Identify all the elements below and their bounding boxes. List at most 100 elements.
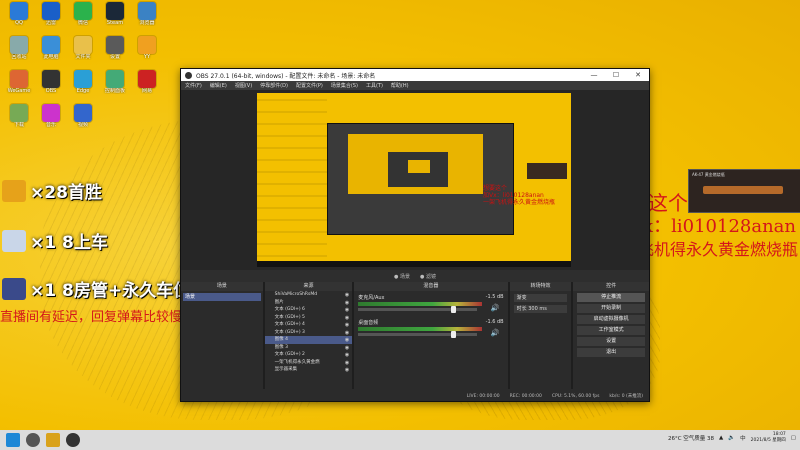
menu-edit[interactable]: 编辑(E) xyxy=(210,82,227,89)
source-label: 文本 (GDI+) 6 xyxy=(274,307,305,312)
desktop-icon[interactable]: 音乐 xyxy=(36,104,66,128)
desktop-icon[interactable]: 迅雷 xyxy=(36,2,66,26)
menu-view[interactable]: 视图(V) xyxy=(235,82,252,89)
volume-knob[interactable] xyxy=(451,306,457,313)
desktop-icon[interactable]: Steam xyxy=(100,2,130,26)
exit-button[interactable]: 退出 xyxy=(577,348,645,357)
app-icon xyxy=(10,2,28,20)
obs-taskbar-icon[interactable] xyxy=(66,433,80,447)
virtual-camera-button[interactable]: 启动虚拟摄像机 xyxy=(577,315,645,324)
volume-knob[interactable] xyxy=(451,331,457,338)
desktop-icon[interactable]: 网易 xyxy=(132,70,162,94)
scene-controls-bar: ● 场景 ● 滤镜 xyxy=(181,270,649,282)
desktop-icon[interactable]: 此电脑 xyxy=(36,36,66,60)
app-icon xyxy=(74,104,92,122)
source-item[interactable]: 文本 (GDI+) 3 ◉ xyxy=(265,329,353,337)
app-icon xyxy=(42,70,60,88)
sources-list: ShiVaMicroShRsMd ◉ 图片 ◉ 文本 (GDI+) 6 ◉ 文本 (GDI+… xyxy=(264,291,353,374)
menu-file[interactable]: 文件(F) xyxy=(185,82,202,89)
settings-button[interactable]: 设置 xyxy=(577,337,645,346)
source-item[interactable]: 文本 (GDI+) 2 ◉ xyxy=(265,351,353,359)
preview-canvas[interactable]: 想要这个 加Vx：li010128anan 一架飞机得永久黄金燃烧瓶 xyxy=(257,93,571,267)
desktop-icon[interactable]: 微信 xyxy=(68,2,98,26)
nested-obs-window-2 xyxy=(388,152,448,187)
menu-docks[interactable]: 停靠部件(D) xyxy=(260,82,288,89)
maximize-icon[interactable]: ☐ xyxy=(605,71,627,79)
channel-db: -1.6 dB xyxy=(485,319,504,325)
mixer-channel-desktop: 桌面音频 -1.6 dB 🔊 xyxy=(358,319,504,338)
obs-titlebar[interactable]: OBS 27.0.1 (64-bit, windows) - 配置文件: 未命名… xyxy=(181,69,649,81)
preview-promo-line-2: 加Vx：li010128anan xyxy=(483,192,544,199)
app-icon xyxy=(106,2,124,20)
minimize-icon[interactable]: — xyxy=(583,71,605,79)
desktop-icon[interactable]: Edge xyxy=(68,70,98,94)
desktop-icon[interactable]: OBS xyxy=(36,70,66,94)
source-item[interactable]: ShiVaMicroShRsMd ◉ xyxy=(265,291,353,299)
source-item[interactable]: 文本 (GDI+) 6 ◉ xyxy=(265,306,353,314)
desktop-icon[interactable]: 下载 xyxy=(4,104,34,128)
source-item[interactable]: 文本 (GDI+) 4 ◉ xyxy=(265,321,353,329)
menu-tools[interactable]: 工具(T) xyxy=(366,82,383,89)
desktop-icon[interactable]: WeGame xyxy=(4,70,34,94)
desktop-icon-label: Edge xyxy=(76,88,90,94)
desktop-icon[interactable]: YY xyxy=(132,36,162,60)
source-item[interactable]: 一架飞机得永久黄金燃 ◉ xyxy=(265,359,353,367)
menu-help[interactable]: 帮助(H) xyxy=(391,82,409,89)
volume-icon[interactable]: 🔈 xyxy=(728,435,735,441)
scene-button[interactable]: ● 场景 xyxy=(394,273,410,280)
speaker-icon[interactable]: 🔊 xyxy=(491,304,500,312)
source-item[interactable]: 图片 ◉ xyxy=(265,299,353,307)
volume-slider[interactable] xyxy=(358,306,478,313)
desktop-icon[interactable]: 浏览器 xyxy=(132,2,162,26)
obs-preview[interactable]: 想要这个 加Vx：li010128anan 一架飞机得永久黄金燃烧瓶 xyxy=(181,90,649,270)
desktop-icon[interactable]: 设置 xyxy=(100,36,130,60)
channel-db: -1.5 dB xyxy=(485,294,504,300)
preview-desktop-icons xyxy=(257,93,327,267)
overlay-thumb-2 xyxy=(2,229,26,252)
desktop-icon[interactable]: QQ xyxy=(4,2,34,26)
controls-dock: 控件 停止推流 开始录制 启动虚拟摄像机 工作室模式 设置 退出 xyxy=(573,282,649,389)
desktop-icon[interactable]: 控制面板 xyxy=(100,70,130,94)
obs-window-title: OBS 27.0.1 (64-bit, windows) - 配置文件: 未命名… xyxy=(196,72,376,80)
start-icon[interactable] xyxy=(6,433,20,447)
app-icon xyxy=(138,36,156,54)
source-label: 文本 (GDI+) 4 xyxy=(274,322,305,327)
visibility-eye-icon[interactable]: ◉ xyxy=(345,367,349,374)
preview-promo-line-1: 想要这个 xyxy=(483,185,508,192)
file-explorer-icon[interactable] xyxy=(46,433,60,447)
network-icon[interactable]: ▲ xyxy=(719,435,723,441)
live-timer: LIVE: 00:00:00 xyxy=(466,393,500,399)
mixer-dock-title: 混音器 xyxy=(354,282,508,291)
desktop-icon[interactable]: 文件夹 xyxy=(68,36,98,60)
desktop-icon[interactable]: 视频 xyxy=(68,104,98,128)
transition-select[interactable]: 渐变 xyxy=(513,294,568,302)
audio-meter xyxy=(358,327,482,331)
source-item[interactable]: 文本 (GDI+) 5 ◉ xyxy=(265,314,353,322)
close-icon[interactable]: ✕ xyxy=(627,71,649,79)
studio-mode-button[interactable]: 工作室模式 xyxy=(577,326,645,335)
transition-duration[interactable]: 时长 300 ms xyxy=(513,305,568,313)
cpu-fps: CPU: 5.1%, 60.00 fps xyxy=(551,393,600,399)
audio-meter xyxy=(358,302,482,306)
clock[interactable]: 18:07 2021/8/5 星期四 xyxy=(751,432,786,444)
speaker-icon[interactable]: 🔊 xyxy=(491,329,500,337)
weather-widget[interactable]: 26°C 空气质量 38 xyxy=(668,434,714,442)
rec-timer: REC: 00:00:00 xyxy=(509,393,542,399)
desktop-icon-label: 回收站 xyxy=(11,54,27,60)
stop-stream-button[interactable]: 停止推流 xyxy=(577,293,645,302)
duration-value[interactable]: 300 ms xyxy=(528,306,547,312)
search-icon[interactable] xyxy=(26,433,40,447)
menu-scene-collection[interactable]: 场景集合(S) xyxy=(331,82,358,89)
start-recording-button[interactable]: 开始录制 xyxy=(577,304,645,313)
ime-indicator[interactable]: 中 xyxy=(740,434,746,442)
notification-icon[interactable]: ▢ xyxy=(791,435,796,441)
desktop-icon[interactable]: 回收站 xyxy=(4,36,34,60)
source-item[interactable]: 图像 3 ◉ xyxy=(265,344,353,352)
source-item[interactable]: 显示器采集 ◉ xyxy=(265,366,353,374)
volume-slider[interactable] xyxy=(358,331,478,338)
menu-profile[interactable]: 配置文件(P) xyxy=(296,82,323,89)
scene-item[interactable]: 场景 xyxy=(183,293,261,301)
source-item[interactable]: 图像 4 ◉ xyxy=(264,336,353,344)
filter-button[interactable]: ● 滤镜 xyxy=(420,273,436,280)
app-icon xyxy=(42,2,60,20)
